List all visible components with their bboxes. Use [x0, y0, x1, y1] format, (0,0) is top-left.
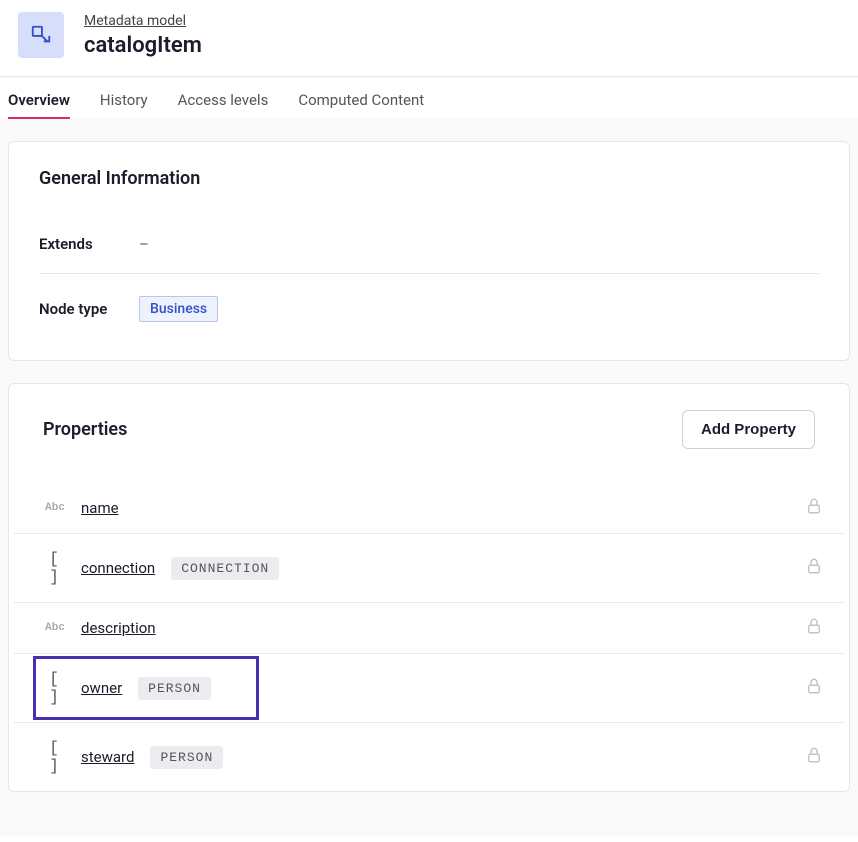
page-header: Metadata model catalogItem — [0, 0, 858, 77]
tab-history[interactable]: History — [100, 91, 148, 119]
text-type-icon: Abc — [43, 622, 67, 634]
reference-type-icon: [ ] — [43, 739, 67, 775]
lock-icon — [805, 557, 823, 579]
add-property-button[interactable]: Add Property — [682, 410, 815, 449]
extends-value: – — [139, 235, 149, 253]
reference-type-icon: [ ] — [43, 670, 67, 706]
property-row-connection[interactable]: [ ] connection CONNECTION — [13, 533, 845, 602]
reference-type-icon: [ ] — [43, 550, 67, 586]
lock-icon — [805, 677, 823, 699]
breadcrumb[interactable]: Metadata model — [84, 13, 202, 29]
node-type-badge: Business — [139, 296, 218, 322]
tab-overview[interactable]: Overview — [8, 91, 70, 119]
tabs: Overview History Access levels Computed Con… — [0, 77, 858, 119]
property-row-owner[interactable]: [ ] owner PERSON — [13, 653, 845, 722]
properties-card: Properties Add Property Abc name [ ] connec… — [8, 383, 850, 792]
model-icon — [18, 12, 64, 58]
tab-access-levels[interactable]: Access levels — [178, 91, 269, 119]
page-title: catalogItem — [84, 33, 202, 58]
property-type-tag: CONNECTION — [171, 557, 279, 580]
general-info-card: General Information Extends – Node type … — [8, 141, 850, 361]
properties-list: Abc name [ ] connection CONNECTION Abc descrip… — [13, 483, 845, 791]
property-row-description[interactable]: Abc description — [13, 602, 845, 653]
property-row-steward[interactable]: [ ] steward PERSON — [13, 722, 845, 791]
property-name[interactable]: connection — [81, 559, 155, 577]
lock-icon — [805, 497, 823, 519]
property-name[interactable]: name — [81, 499, 119, 517]
property-name[interactable]: description — [81, 619, 156, 637]
property-name[interactable]: steward — [81, 748, 134, 766]
tab-computed-content[interactable]: Computed Content — [298, 91, 424, 119]
lock-icon — [805, 746, 823, 768]
extends-label: Extends — [39, 235, 139, 253]
property-type-tag: PERSON — [150, 746, 223, 769]
general-info-title: General Information — [39, 168, 819, 189]
properties-title: Properties — [43, 419, 127, 440]
property-type-tag: PERSON — [138, 677, 211, 700]
node-type-label: Node type — [39, 300, 139, 318]
text-type-icon: Abc — [43, 502, 67, 514]
property-name[interactable]: owner — [81, 679, 122, 697]
lock-icon — [805, 617, 823, 639]
property-row-name[interactable]: Abc name — [13, 483, 845, 533]
